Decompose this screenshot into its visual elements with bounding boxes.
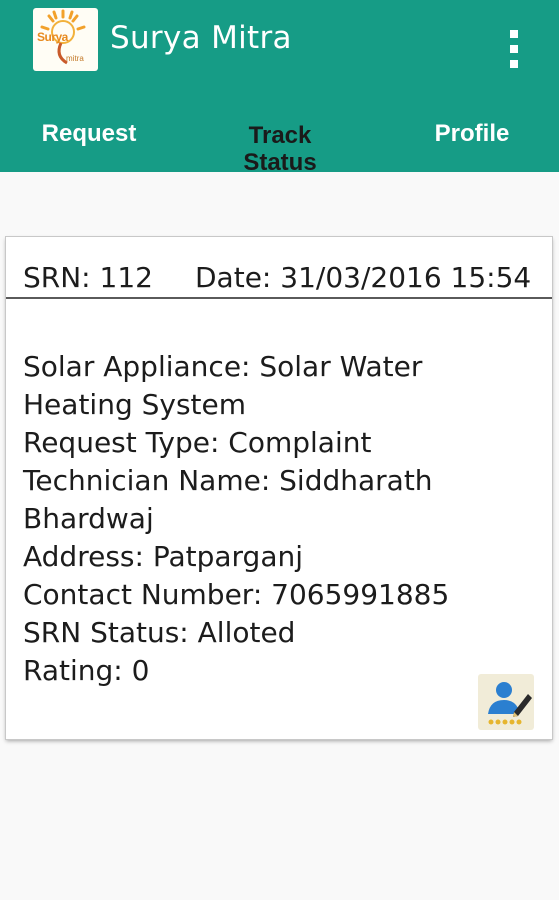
logo-text: Surya — [37, 30, 68, 44]
detail-technician: Technician Name: Siddharath Bhardwaj — [23, 464, 433, 535]
srn-label: SRN: 112 — [23, 261, 153, 294]
detail-address: Address: Patparganj — [23, 540, 304, 573]
app-logo: Surya mitra — [33, 8, 98, 71]
logo-subtext: mitra — [66, 54, 84, 63]
tab-track-status[interactable]: Track Status — [210, 122, 350, 182]
rate-technician-icon[interactable] — [478, 674, 534, 730]
detail-request-type: Request Type: Complaint — [23, 426, 372, 459]
app-bar: Surya mitra Surya Mitra Request Track St… — [0, 0, 559, 176]
overflow-menu-icon[interactable] — [505, 28, 523, 70]
detail-contact: Contact Number: 7065991885 — [23, 578, 450, 611]
tab-request[interactable]: Request — [18, 120, 160, 180]
app-title: Surya Mitra — [110, 20, 292, 56]
date-label: Date: 31/03/2016 15:54 — [195, 261, 532, 294]
tab-profile[interactable]: Profile — [402, 120, 542, 180]
detail-status: SRN Status: Alloted — [23, 616, 296, 649]
detail-appliance: Solar Appliance: Solar Water Heating Sys… — [23, 350, 423, 421]
tab-bar: Request Track Status Profile — [0, 112, 559, 176]
card-header: SRN: 112 Date: 31/03/2016 15:54 — [6, 237, 552, 299]
detail-rating: Rating: 0 — [23, 654, 150, 687]
request-card[interactable]: SRN: 112 Date: 31/03/2016 15:54 Solar Ap… — [6, 237, 552, 739]
request-details: Solar Appliance: Solar Water Heating Sys… — [23, 348, 523, 690]
